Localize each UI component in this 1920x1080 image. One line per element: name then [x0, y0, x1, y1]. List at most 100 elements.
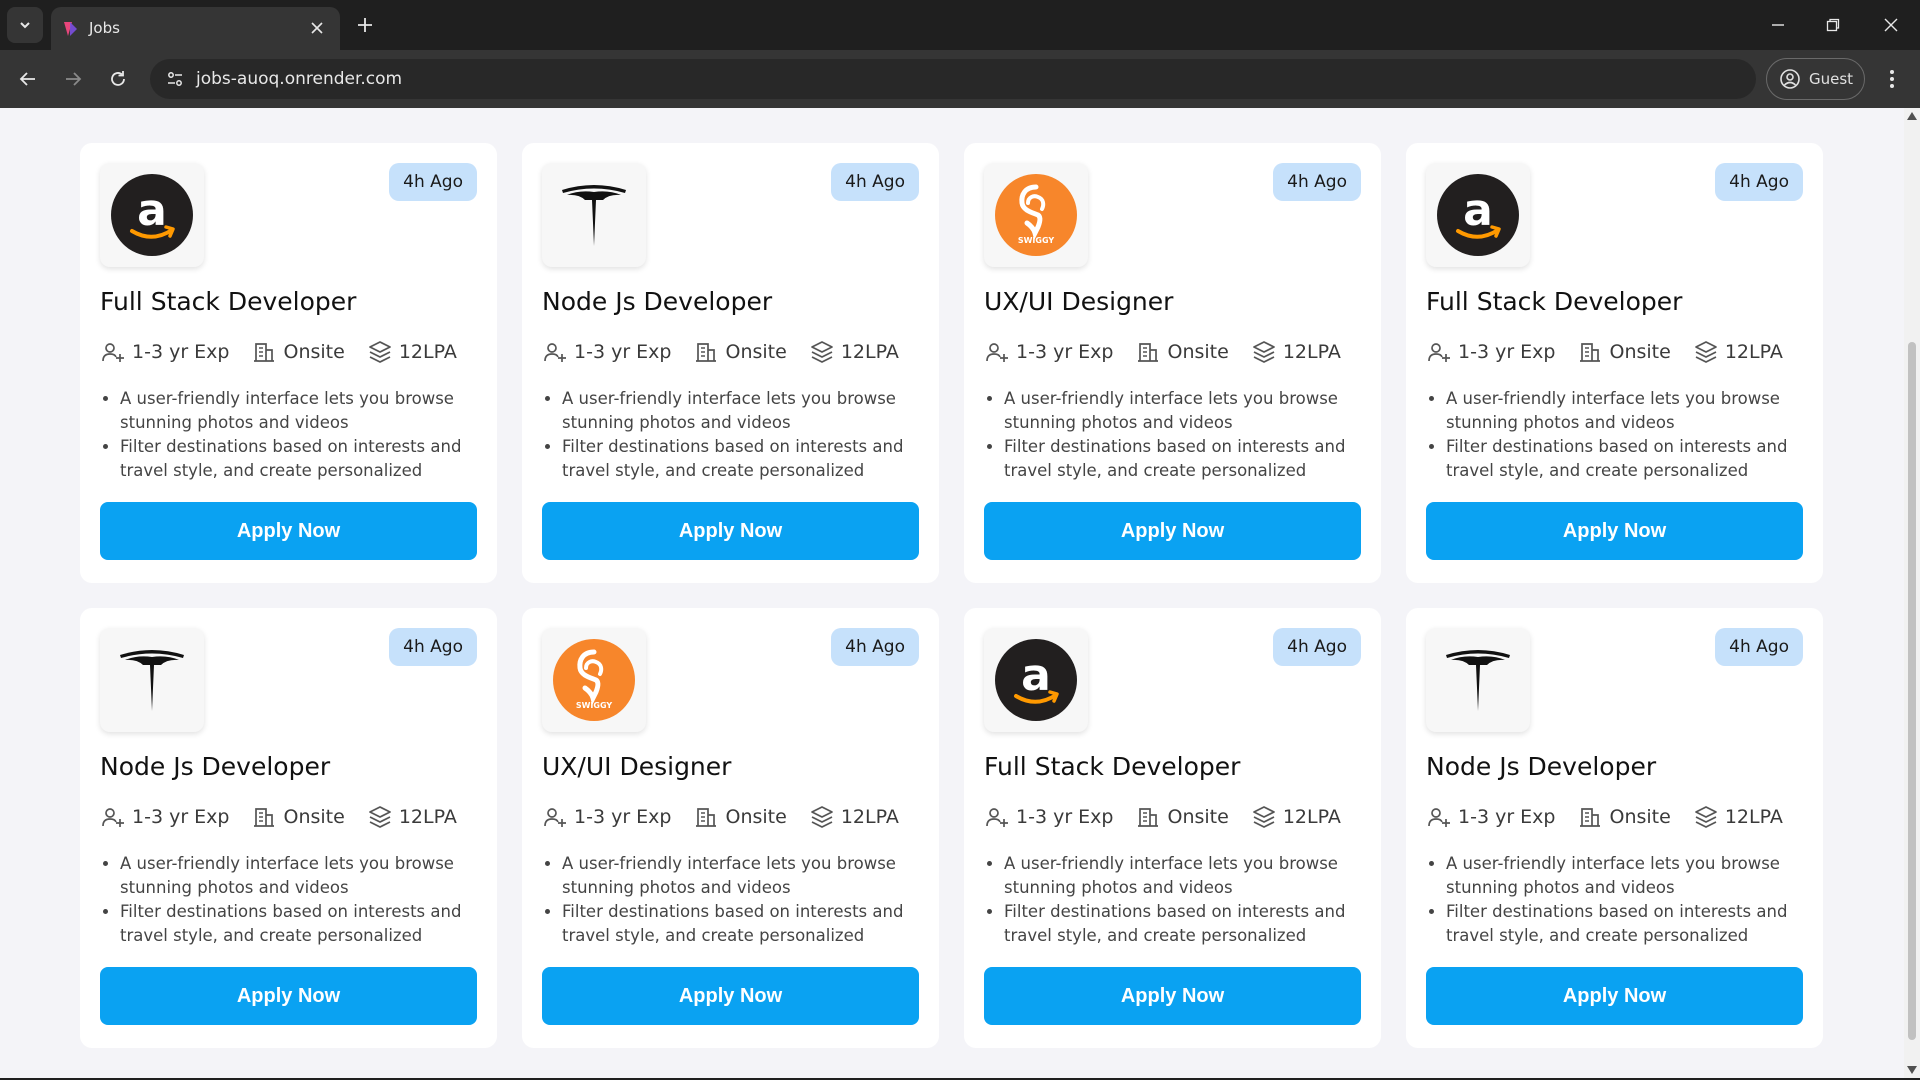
scroll-down-arrow[interactable] [1907, 1065, 1917, 1075]
apply-now-button[interactable]: Apply Now [542, 502, 919, 560]
salary-meta: 12LPA [1693, 339, 1783, 365]
experience-text: 1-3 yr Exp [1458, 341, 1556, 363]
salary-meta: 12LPA [367, 339, 457, 365]
minimize-icon [1772, 24, 1784, 26]
svg-text:SWIGGY: SWIGGY [576, 701, 613, 710]
location-text: Onsite [1609, 806, 1671, 828]
layers-icon [1693, 339, 1719, 365]
posted-time: 4h Ago [403, 172, 463, 192]
back-button[interactable] [12, 63, 44, 95]
forward-button[interactable] [57, 63, 89, 95]
job-title: Full Stack Developer [100, 287, 357, 316]
experience-meta: 1-3 yr Exp [1426, 339, 1555, 365]
user-plus-icon [100, 804, 126, 830]
building-icon [1135, 339, 1161, 365]
vertical-scrollbar[interactable] [1904, 108, 1920, 1078]
apply-now-button[interactable]: Apply Now [984, 967, 1361, 1025]
job-highlight-item: A user-friendly interface lets you brows… [562, 852, 922, 900]
job-card-3: SWIGGY 4h Ago UX/UI Designer 1-3 yr Exp … [964, 143, 1381, 583]
job-card-4: a 4h Ago Full Stack Developer 1-3 yr Exp… [1406, 143, 1823, 583]
posted-time: 4h Ago [1729, 637, 1789, 657]
job-meta: 1-3 yr Exp Onsite 12LPA [100, 339, 479, 365]
scrollbar-thumb[interactable] [1908, 342, 1916, 1040]
experience-meta: 1-3 yr Exp [984, 804, 1113, 830]
job-highlight-item: A user-friendly interface lets you brows… [1446, 387, 1806, 435]
location-text: Onsite [283, 806, 345, 828]
posted-time: 4h Ago [1729, 172, 1789, 192]
chevron-down-icon [20, 22, 30, 29]
job-highlight-item: Filter destinations based on interests a… [1446, 435, 1806, 483]
posted-time: 4h Ago [845, 172, 905, 192]
job-card-8: 4h Ago Node Js Developer 1-3 yr Exp Onsi… [1406, 608, 1823, 1048]
job-title: Node Js Developer [100, 752, 331, 781]
job-card-6: SWIGGY 4h Ago UX/UI Designer 1-3 yr Exp … [522, 608, 939, 1048]
scroll-up-arrow[interactable] [1907, 111, 1917, 121]
layers-icon [1251, 339, 1277, 365]
building-icon [1135, 804, 1161, 830]
new-tab-button[interactable] [352, 12, 378, 38]
user-plus-icon [542, 804, 568, 830]
tesla-logo-icon [120, 650, 184, 711]
job-title: Node Js Developer [1426, 752, 1657, 781]
apply-now-button[interactable]: Apply Now [100, 502, 477, 560]
user-plus-icon [1426, 804, 1452, 830]
salary-text: 12LPA [398, 341, 457, 363]
apply-now-button[interactable]: Apply Now [542, 967, 919, 1025]
job-title: Full Stack Developer [1426, 287, 1683, 316]
job-meta: 1-3 yr Exp Onsite 12LPA [984, 339, 1363, 365]
building-icon [693, 804, 719, 830]
arrow-left-icon [19, 72, 35, 86]
location-meta: Onsite [693, 339, 787, 365]
job-card-7: a 4h Ago Full Stack Developer 1-3 yr Exp… [964, 608, 1381, 1048]
location-meta: Onsite [1577, 804, 1671, 830]
triangle-up-icon [1907, 112, 1917, 120]
close-window-button[interactable] [1871, 10, 1911, 40]
svg-text:a: a [1021, 650, 1051, 701]
salary-meta: 12LPA [1251, 804, 1341, 830]
reload-button[interactable] [102, 63, 134, 95]
tab-search-button[interactable] [7, 7, 43, 43]
location-text: Onsite [725, 341, 787, 363]
close-icon [311, 22, 323, 34]
apply-now-button[interactable]: Apply Now [100, 967, 477, 1025]
salary-meta: 12LPA [367, 804, 457, 830]
company-logo-box [1426, 628, 1530, 732]
experience-text: 1-3 yr Exp [1458, 806, 1556, 828]
job-meta: 1-3 yr Exp Onsite 12LPA [542, 339, 921, 365]
browser-menu-button[interactable] [1876, 63, 1908, 95]
location-text: Onsite [725, 806, 787, 828]
restore-button[interactable] [1813, 10, 1853, 40]
address-bar[interactable]: jobs-auoq.onrender.com [150, 59, 1756, 99]
job-highlights: A user-friendly interface lets you brows… [1004, 852, 1364, 948]
apply-now-button[interactable]: Apply Now [984, 502, 1361, 560]
job-meta: 1-3 yr Exp Onsite 12LPA [984, 804, 1363, 830]
amazon-logo-icon: a [1437, 174, 1519, 256]
location-meta: Onsite [1577, 339, 1671, 365]
user-plus-icon [984, 804, 1010, 830]
job-highlight-item: Filter destinations based on interests a… [120, 900, 480, 948]
close-tab-button[interactable] [306, 17, 328, 39]
layers-icon [367, 339, 393, 365]
user-plus-icon [1426, 339, 1452, 365]
experience-text: 1-3 yr Exp [132, 341, 230, 363]
minimize-button[interactable] [1758, 10, 1798, 40]
job-meta: 1-3 yr Exp Onsite 12LPA [100, 804, 479, 830]
browser-tab[interactable]: Jobs [51, 7, 340, 50]
profile-button[interactable]: Guest [1766, 58, 1865, 100]
posted-time-badge: 4h Ago [1273, 628, 1361, 666]
job-highlights: A user-friendly interface lets you brows… [120, 387, 480, 483]
salary-text: 12LPA [840, 806, 899, 828]
job-highlights: A user-friendly interface lets you brows… [120, 852, 480, 948]
amazon-logo-icon: a [995, 639, 1077, 721]
apply-now-button[interactable]: Apply Now [1426, 967, 1803, 1025]
job-card-5: 4h Ago Node Js Developer 1-3 yr Exp Onsi… [80, 608, 497, 1048]
apply-now-button[interactable]: Apply Now [1426, 502, 1803, 560]
experience-text: 1-3 yr Exp [574, 341, 672, 363]
salary-meta: 12LPA [809, 804, 899, 830]
site-info-button[interactable] [160, 64, 190, 94]
user-plus-icon [984, 339, 1010, 365]
location-meta: Onsite [251, 804, 345, 830]
close-icon [1884, 18, 1898, 32]
job-card-2: 4h Ago Node Js Developer 1-3 yr Exp Onsi… [522, 143, 939, 583]
svg-text:a: a [1463, 185, 1493, 236]
